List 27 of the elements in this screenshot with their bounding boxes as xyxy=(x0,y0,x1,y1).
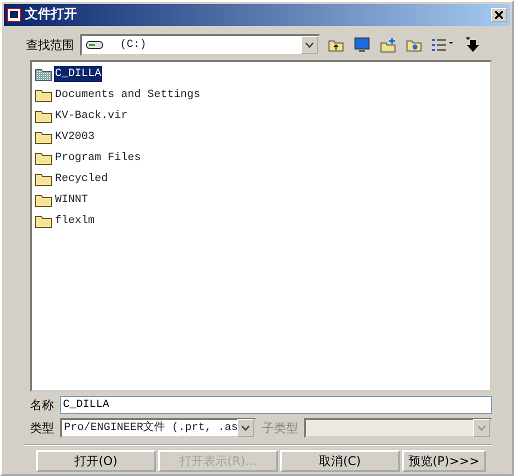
file-name[interactable]: C_DILLA xyxy=(54,66,102,82)
file-name[interactable]: Program Files xyxy=(54,150,142,166)
close-button[interactable] xyxy=(491,8,507,22)
file-name[interactable]: KV2003 xyxy=(54,128,96,146)
name-input-field[interactable]: C_DILLA xyxy=(60,396,492,414)
window-title: 文件打开 xyxy=(25,6,77,24)
subtype-label: 子类型 xyxy=(262,420,298,437)
file-name[interactable]: KV-Back.vir xyxy=(54,108,129,124)
type-label: 类型 xyxy=(30,420,54,437)
dialog-button[interactable]: 取消(C) xyxy=(280,450,400,472)
look-in-label: 查找范围 xyxy=(26,37,74,54)
name-label: 名称 xyxy=(30,397,54,414)
dialog-button[interactable]: 打开(O) xyxy=(36,450,156,472)
file-type-text: Pro/ENGINEER文件 (.prt, .as xyxy=(63,420,237,436)
dialog-button[interactable]: 预览(P)>>> xyxy=(402,450,486,472)
drive-name: (C:) xyxy=(120,38,146,53)
file-name[interactable]: Documents and Settings xyxy=(54,86,202,104)
look-in-dropdown[interactable]: (C:) xyxy=(80,34,320,56)
file-name[interactable]: Recycled xyxy=(54,170,109,188)
file-name[interactable]: WINNT xyxy=(54,192,90,208)
type-dropdown[interactable]: Pro/ENGINEER文件 (.prt, .as xyxy=(60,418,256,438)
close-icon xyxy=(495,11,503,20)
file-name[interactable]: flexlm xyxy=(54,212,96,230)
drive-icon xyxy=(86,40,104,50)
app-icon xyxy=(7,8,21,22)
desktop-icon[interactable] xyxy=(352,35,372,55)
new-folder-icon[interactable] xyxy=(378,35,398,55)
